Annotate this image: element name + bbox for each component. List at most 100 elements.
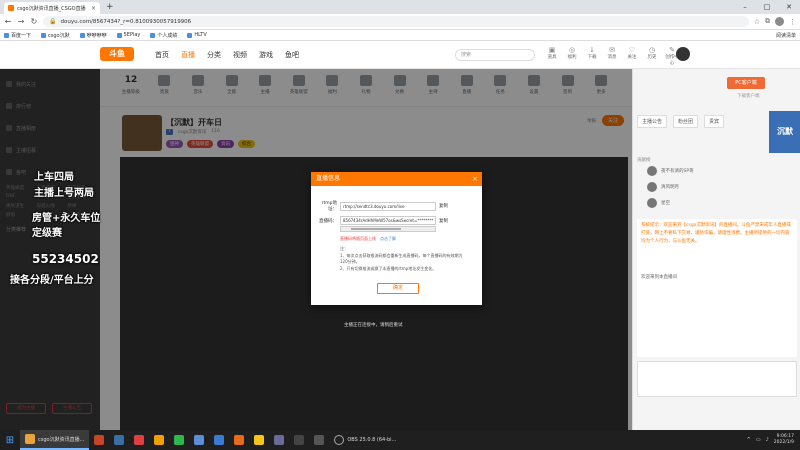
app-icon[interactable]	[94, 435, 105, 445]
category-item[interactable]: 全能	[217, 75, 247, 95]
app-icon[interactable]	[234, 435, 245, 445]
header-icon-item[interactable]: ◎ 福利	[565, 46, 579, 66]
app-icon[interactable]	[254, 435, 265, 445]
close-window-icon[interactable]: ✕	[778, 0, 800, 14]
bookmark-item[interactable]: HLTV	[187, 32, 207, 38]
anchor-name[interactable]: csgo沉默资讯	[178, 129, 206, 135]
taskbar-obs[interactable]: OBS 25.0.8 (64-bi...	[329, 430, 401, 450]
nav-live[interactable]: 直播	[181, 50, 195, 60]
reading-list[interactable]: 阅读清单	[776, 32, 796, 39]
rtmp-field[interactable]: rtmp://sendtc3.douyu.com/live	[340, 201, 436, 211]
windows-start-icon[interactable]: ⊞	[0, 435, 20, 446]
become-anchor-button[interactable]: 成为主播	[6, 403, 46, 414]
bookmark-item[interactable]: 咿咿咿咿	[79, 32, 107, 39]
back-icon[interactable]: ←	[4, 17, 12, 26]
new-tab-button[interactable]: +	[106, 2, 114, 12]
app-icon[interactable]	[214, 435, 225, 445]
taskbar-chrome[interactable]: csgo沉默资讯直播...	[20, 430, 90, 450]
rank-row[interactable]: 星空	[647, 198, 670, 208]
network-icon[interactable]: ▭	[756, 437, 761, 443]
category-item[interactable]: 主持	[418, 75, 448, 95]
chat-input[interactable]	[637, 361, 797, 397]
report-link[interactable]: 举报	[587, 118, 596, 124]
app-icon[interactable]	[314, 435, 325, 445]
category-item[interactable]: 福利	[318, 75, 348, 95]
minimize-icon[interactable]: –	[734, 0, 756, 14]
profile-avatar[interactable]	[775, 17, 784, 26]
category-item[interactable]: 直播	[452, 75, 482, 95]
search-input[interactable]: 搜索	[455, 49, 535, 61]
volume-icon[interactable]: ♪	[766, 437, 769, 443]
category-item[interactable]: 更多	[586, 75, 616, 95]
rank-row[interactable]: 清风明月	[647, 182, 679, 192]
scrollbar-thumb[interactable]	[351, 228, 401, 230]
room-tag[interactable]: 英雄联盟	[187, 140, 213, 148]
app-icon[interactable]	[194, 435, 205, 445]
bookmark-item[interactable]: csgo沉默	[41, 32, 70, 39]
bookmark-item[interactable]: 个人成绩	[150, 32, 177, 39]
sidebar-item-rank[interactable]: 排行榜	[0, 95, 100, 117]
sidebar-category[interactable]: DNF	[6, 194, 33, 200]
category-item[interactable]: 签到	[553, 75, 583, 95]
steam-icon[interactable]	[114, 435, 125, 445]
reload-icon[interactable]: ↻	[30, 17, 38, 26]
category-item[interactable]: 英雄联盟	[284, 75, 314, 95]
sidebar-category[interactable]: 绝地求生	[6, 203, 33, 209]
forward-icon[interactable]: →	[17, 17, 25, 26]
anchor-notice-button[interactable]: 主播公告	[52, 403, 92, 414]
user-avatar[interactable]	[676, 47, 690, 61]
anchor-level[interactable]: 12 主播等级	[116, 75, 146, 95]
room-tag[interactable]: 综合	[238, 140, 255, 148]
tray-arrow-icon[interactable]: ^	[747, 437, 751, 443]
app-icon[interactable]	[294, 435, 305, 445]
header-icon-item[interactable]: ♡ 关注	[625, 46, 639, 66]
close-icon[interactable]: ×	[472, 172, 478, 186]
follow-button[interactable]: 关注	[601, 115, 624, 126]
clock[interactable]: 9:06:17 2022/1/9	[774, 434, 794, 446]
nav-home[interactable]: 首页	[155, 50, 169, 60]
douyu-logo[interactable]: 斗鱼	[100, 47, 134, 61]
bookmark-item[interactable]: 5EPlay	[116, 32, 140, 38]
app-icon[interactable]	[134, 435, 145, 445]
copy-code-button[interactable]: 复制	[439, 218, 448, 224]
category-item[interactable]: 兑换	[385, 75, 415, 95]
nav-category[interactable]: 分类	[207, 50, 221, 60]
category-item[interactable]: 设置	[519, 75, 549, 95]
star-icon[interactable]: ☆	[754, 18, 760, 26]
tab-fans[interactable]: 粉丝团	[673, 115, 699, 128]
tab-vip[interactable]: 贵宾	[704, 115, 725, 128]
header-icon-item[interactable]: ▣ 道具	[545, 46, 559, 66]
sidebar-category[interactable]: 颜值	[6, 212, 33, 218]
learn-more-link[interactable]: 点击了解	[380, 236, 396, 241]
sidebar-item-follow[interactable]: 我的关注	[0, 73, 100, 95]
header-icon-item[interactable]: ✉ 消息	[605, 46, 619, 66]
rank-row[interactable]: 夜不有请的SP哥	[647, 166, 694, 176]
header-icon-item[interactable]: ↓ 下载	[585, 46, 599, 66]
url-input[interactable]: 🔒 douyu.com/8567434?_r=0.810093005791990…	[43, 16, 749, 27]
category-item[interactable]: 贵族	[150, 75, 180, 95]
room-tag[interactable]: 资讯	[217, 140, 234, 148]
menu-icon[interactable]: ⋮	[789, 18, 796, 26]
nav-video[interactable]: 视频	[233, 50, 247, 60]
category-item[interactable]: 任务	[486, 75, 516, 95]
anchor-avatar[interactable]	[122, 115, 162, 151]
copy-rtmp-button[interactable]: 复制	[439, 203, 448, 209]
sidebar-item-recruit[interactable]: 主播招募	[0, 139, 100, 161]
wechat-icon[interactable]	[174, 435, 185, 445]
category-item[interactable]: 主播	[250, 75, 280, 95]
app-icon[interactable]	[274, 435, 285, 445]
tab-notice[interactable]: 主播公告	[637, 115, 668, 128]
room-tag[interactable]: 狙神	[166, 140, 183, 148]
browser-tab[interactable]: csgo沉默资讯直播_CSGO直播 ×	[4, 2, 100, 14]
confirm-button[interactable]: 确定	[377, 283, 419, 294]
nav-game[interactable]: 游戏	[259, 50, 273, 60]
sidebar-category[interactable]: 英雄联盟	[6, 185, 33, 191]
extensions-icon[interactable]: ⧉	[765, 17, 770, 26]
pc-client-button[interactable]: PC客户端	[727, 77, 765, 89]
category-item[interactable]: 礼物	[351, 75, 381, 95]
header-icon-item[interactable]: ◷ 历史	[645, 46, 659, 66]
close-tab-icon[interactable]: ×	[91, 5, 96, 12]
nav-yuba[interactable]: 鱼吧	[285, 50, 299, 60]
sidebar-item-album[interactable]: 直播相册	[0, 117, 100, 139]
category-item[interactable]: 音乐	[183, 75, 213, 95]
